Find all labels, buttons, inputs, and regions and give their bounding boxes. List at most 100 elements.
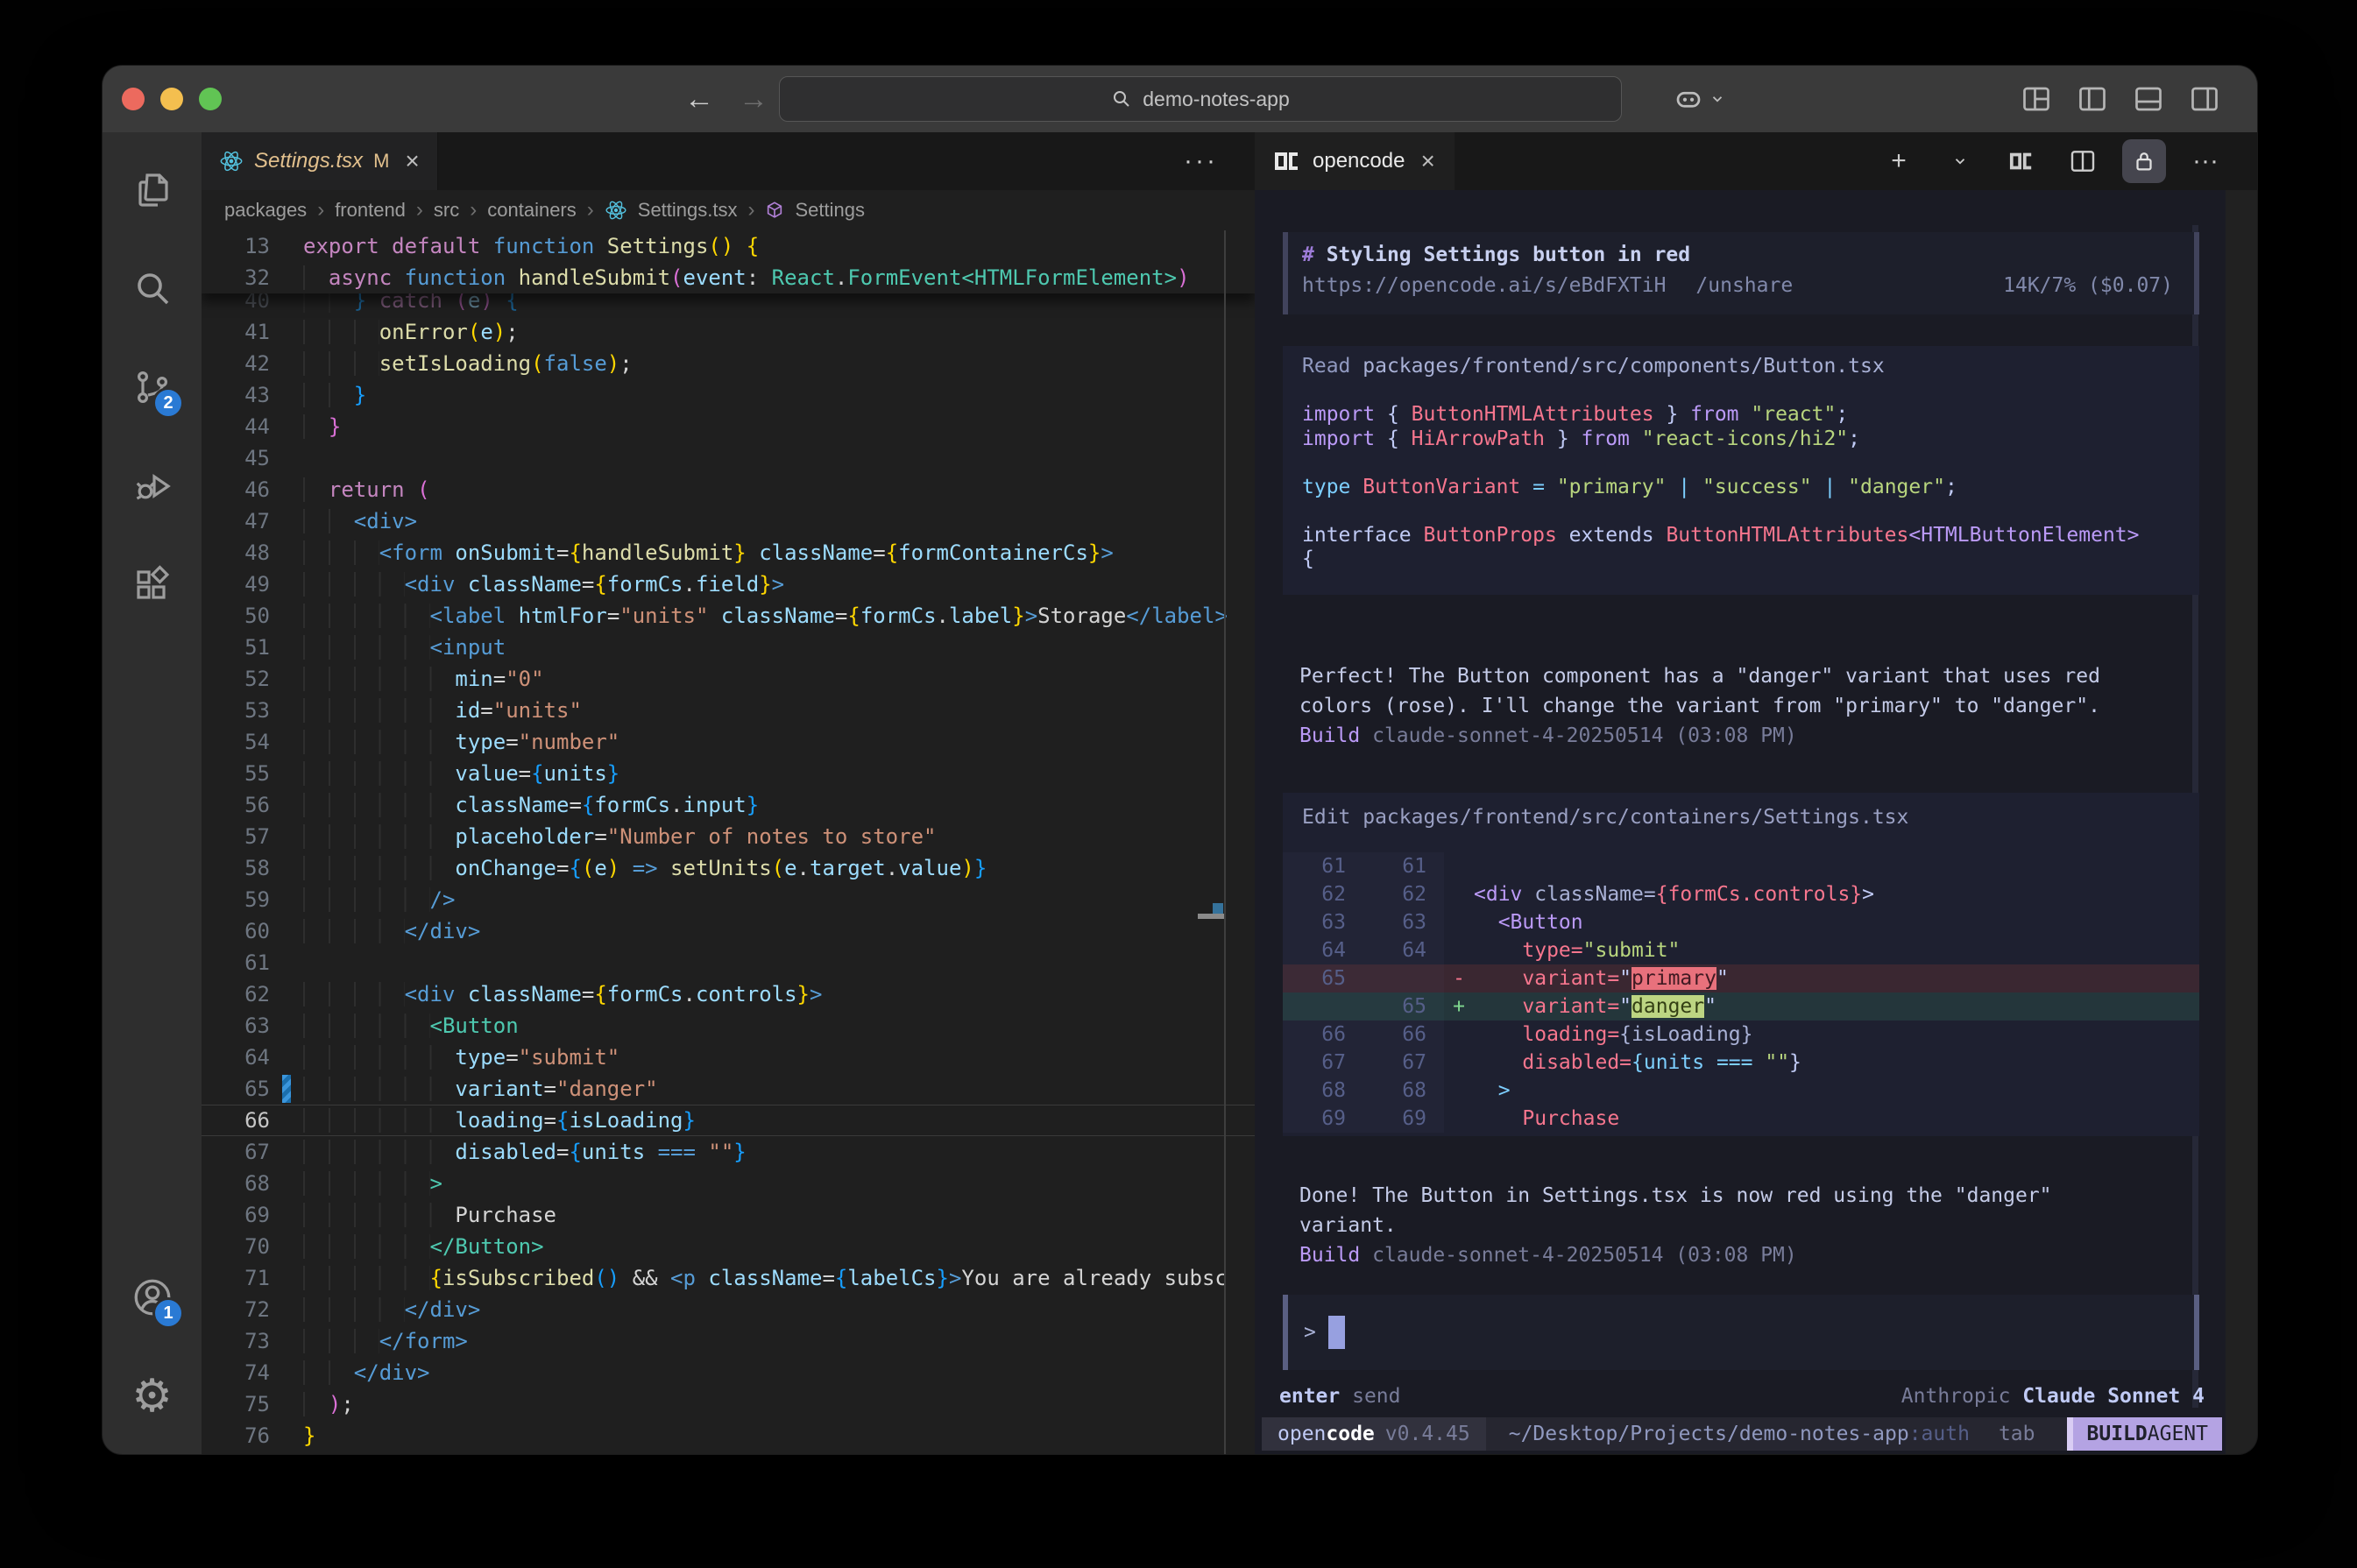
tab-hint: tab [1999, 1423, 2035, 1445]
agent-label: Build [1299, 1244, 1360, 1267]
prompt-input[interactable]: > [1283, 1295, 2199, 1370]
toggle-panel-icon[interactable] [2133, 83, 2164, 115]
copilot-button[interactable] [1673, 83, 1725, 115]
lock-editor-icon[interactable] [2122, 139, 2166, 183]
tui-line: type ButtonVariant = "primary" | "succes… [1302, 476, 2199, 500]
split-editor-icon[interactable] [2061, 139, 2105, 183]
sidebar-item-run-debug[interactable] [103, 436, 202, 535]
code-line: 48 <form onSubmit={handleSubmit} classNa… [202, 537, 1255, 569]
toggle-secondary-sidebar-icon[interactable] [2189, 83, 2220, 115]
panel-tab-close-icon[interactable]: × [1420, 147, 1434, 175]
panel-tab-bar: opencode × + [1255, 132, 2257, 190]
editor-panel-sash[interactable] [1224, 230, 1226, 1454]
code-line: 58 onChange={(e) => setUnits(e.target.va… [202, 852, 1255, 884]
minimize-window-button[interactable] [160, 88, 183, 110]
gear-icon: ⚙ [131, 1370, 173, 1423]
session-share-url[interactable]: https://opencode.ai/s/eBdFXTiH [1302, 271, 1666, 300]
forward-button[interactable]: → [739, 82, 768, 117]
back-button[interactable]: ← [684, 82, 714, 117]
git-modified-marker [282, 1075, 291, 1103]
chevron-right-icon: › [317, 198, 324, 222]
diff-row: 6161 [1283, 852, 2199, 880]
tab-opencode[interactable]: opencode × [1255, 132, 1455, 190]
keybinding-hints: enter send Anthropic Claude Sonnet 4 [1279, 1381, 2205, 1411]
zoom-window-button[interactable] [199, 88, 222, 110]
accounts-button[interactable]: 1 [103, 1247, 202, 1346]
explorer-icon [131, 168, 173, 210]
breadcrumb-item[interactable]: Settings [795, 199, 865, 222]
code-line: 50 <label htmlFor="units" className={for… [202, 600, 1255, 632]
opencode-logo-icon [1274, 148, 1300, 174]
diff-row: 6868 > [1283, 1077, 2199, 1105]
agent-label: Build [1299, 724, 1360, 747]
opencode-status-bar: opencodev0.4.45 ~/Desktop/Projects/demo-… [1262, 1417, 2222, 1451]
opencode-terminal[interactable]: # Styling Settings button in red https:/… [1255, 190, 2257, 1454]
command-center-search[interactable]: demo-notes-app [779, 76, 1622, 122]
code-line: 60 </div> [202, 915, 1255, 947]
session-title-hash: # [1302, 244, 1314, 266]
more-actions-icon[interactable]: ··· [2184, 139, 2227, 183]
sidebar-item-search[interactable] [103, 238, 202, 337]
accounts-badge: 1 [152, 1297, 184, 1329]
prompt-marker: > [1304, 1321, 1316, 1344]
breadcrumb-item[interactable]: src [434, 199, 459, 222]
breadcrumb-item[interactable]: containers [487, 199, 577, 222]
opencode-logo-icon[interactable] [2000, 139, 2043, 183]
extensions-icon [131, 564, 173, 606]
chevron-right-icon: › [587, 198, 594, 222]
build-agent-badge[interactable]: BUILD AGENT [2067, 1417, 2223, 1451]
breadcrumb-item[interactable]: Settings.tsx [638, 199, 738, 222]
tab-modified-indicator: M [373, 150, 389, 173]
model-timestamp: claude-sonnet-4-20250514 (03:08 PM) [1360, 1244, 1797, 1267]
chevron-down-icon[interactable] [1938, 139, 1982, 183]
close-window-button[interactable] [122, 88, 145, 110]
assistant-message: Perfect! The Button component has a "dan… [1299, 661, 2184, 751]
unshare-command[interactable]: /unshare [1695, 271, 1793, 300]
source-control-badge: 2 [152, 387, 184, 419]
sidebar-item-extensions[interactable] [103, 535, 202, 634]
search-icon [131, 267, 173, 309]
code-line: 64 type="submit" [202, 1042, 1255, 1073]
editor-more-actions-icon[interactable]: ··· [1184, 146, 1218, 176]
code-editor[interactable]: 13export default function Settings() {32… [202, 230, 1255, 1454]
code-line: 63 <Button [202, 1010, 1255, 1042]
code-line: 76} [202, 1420, 1255, 1451]
tab-settings-tsx[interactable]: Settings.tsx M × [202, 132, 438, 190]
tool-read-block: Read packages/frontend/src/components/Bu… [1283, 346, 2199, 595]
code-line: 47 <div> [202, 505, 1255, 537]
activity-bar: 2 1 ⚙ [103, 132, 202, 1454]
sidebar-item-explorer[interactable] [103, 139, 202, 238]
toggle-primary-sidebar-icon[interactable] [2077, 83, 2108, 115]
code-line: 57 placeholder="Number of notes to store… [202, 821, 1255, 852]
code-line: 51 <input [202, 632, 1255, 663]
tab-close-icon[interactable]: × [405, 147, 419, 175]
code-line: 54 type="number" [202, 726, 1255, 758]
code-line: 71 {isSubscribed() && <p className={labe… [202, 1262, 1255, 1294]
customize-layout-icon[interactable] [2021, 83, 2052, 115]
breadcrumb-item[interactable]: frontend [335, 199, 406, 222]
search-text: demo-notes-app [1143, 88, 1290, 111]
new-session-button[interactable]: + [1877, 139, 1921, 183]
code-line: 65 variant="danger" [202, 1073, 1255, 1105]
token-usage: 14K/7% ($0.07) [2003, 271, 2173, 300]
panel-right-gutter [2226, 190, 2257, 1454]
text-cursor [1328, 1316, 1345, 1349]
settings-gear-button[interactable]: ⚙ [103, 1346, 202, 1445]
chevron-down-icon [1709, 91, 1725, 107]
app-version: opencodev0.4.45 [1262, 1417, 1486, 1451]
symbol-icon [765, 201, 784, 220]
code-line: 74 </div> [202, 1357, 1255, 1388]
tui-line: import { ButtonHTMLAttributes } from "re… [1302, 403, 2199, 427]
code-line: 49 <div className={formCs.field}> [202, 569, 1255, 600]
traffic-lights [122, 88, 222, 110]
code-line: 42 setIsLoading(false); [202, 348, 1255, 379]
session-title: Styling Settings button in red [1314, 244, 1690, 266]
sidebar-item-source-control[interactable]: 2 [103, 337, 202, 436]
diff-row: 6363 <Button [1283, 908, 2199, 936]
partially-scrolled-line: 40 } catch (e) { [202, 293, 1255, 316]
session-header: # Styling Settings button in red https:/… [1283, 232, 2199, 314]
overview-ruler-modified-mark [1213, 903, 1223, 914]
breadcrumb-item[interactable]: packages [224, 199, 307, 222]
code-line: 32 async function handleSubmit(event: Re… [202, 262, 1255, 293]
scrollbar-thumb[interactable] [1198, 914, 1225, 919]
